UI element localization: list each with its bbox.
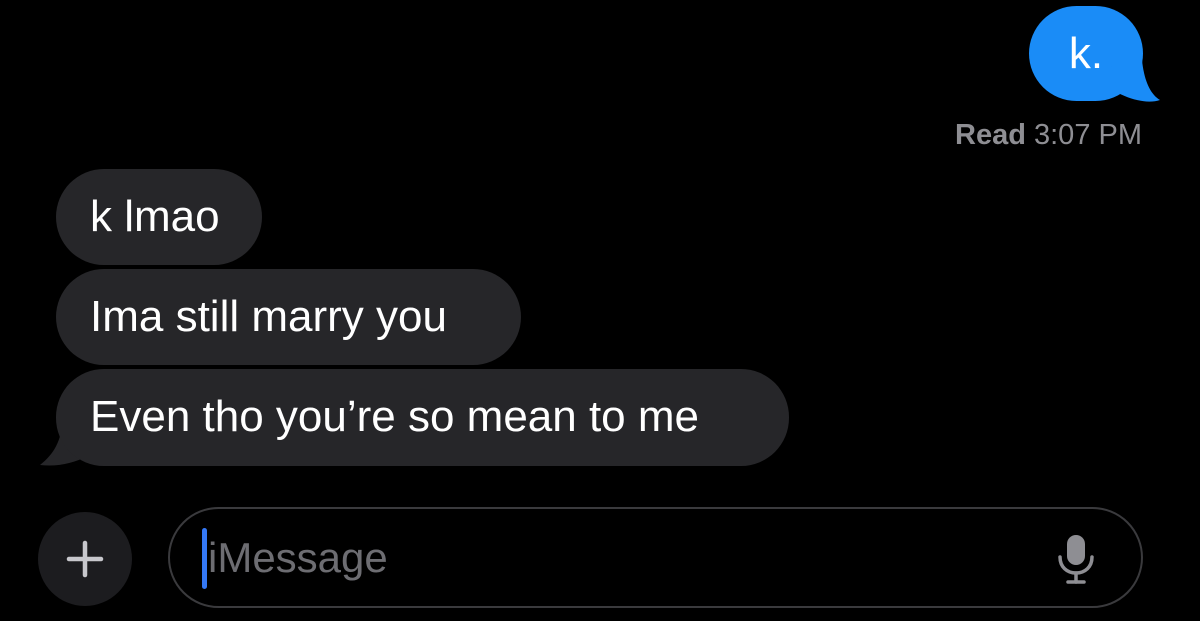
received-message-text: Even tho you’re so mean to me bbox=[90, 392, 699, 441]
received-message-bubble[interactable]: Ima still marry you bbox=[56, 269, 521, 365]
plus-icon bbox=[66, 540, 104, 578]
read-receipt: Read 3:07 PM bbox=[955, 114, 1142, 156]
sent-message-text: k. bbox=[1068, 29, 1104, 78]
read-status: Read bbox=[955, 119, 1026, 151]
received-message-bubble[interactable]: k lmao bbox=[56, 169, 262, 265]
sent-bubble-tail bbox=[1110, 60, 1160, 102]
read-time: 3:07 PM bbox=[1034, 119, 1142, 151]
received-message-text: k lmao bbox=[90, 192, 220, 241]
add-attachment-button[interactable] bbox=[38, 512, 132, 606]
text-cursor bbox=[202, 528, 207, 589]
received-message-bubble[interactable]: Even tho you’re so mean to me bbox=[56, 369, 789, 466]
received-message-text: Ima still marry you bbox=[90, 292, 447, 341]
message-input-placeholder: iMessage bbox=[208, 534, 388, 581]
microphone-icon[interactable] bbox=[1056, 533, 1096, 585]
message-input[interactable]: iMessage bbox=[168, 507, 1143, 608]
